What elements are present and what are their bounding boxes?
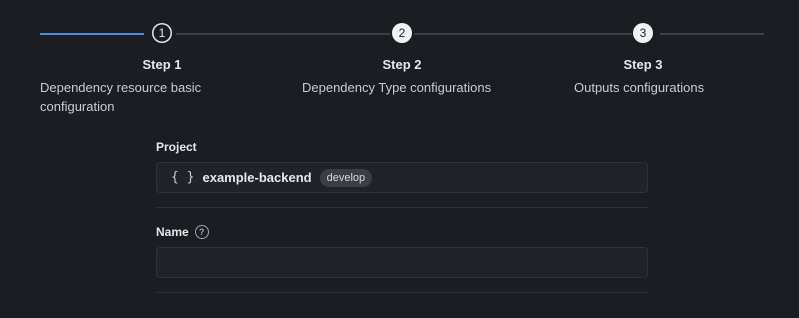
- dependency-form: Project { } example-backend develop Name…: [156, 140, 648, 293]
- project-field: Project { } example-backend develop: [156, 140, 648, 193]
- project-selector[interactable]: { } example-backend develop: [156, 162, 648, 193]
- name-field: Name ?: [156, 225, 648, 278]
- step-3-description: Outputs configurations: [574, 80, 705, 95]
- project-label-text: Project: [156, 140, 197, 154]
- environment-badge: develop: [319, 168, 373, 187]
- help-circle-icon[interactable]: ?: [194, 225, 209, 239]
- braces-icon: { }: [171, 170, 195, 185]
- step-3-title: Step 3: [623, 57, 663, 72]
- divider: [156, 292, 648, 293]
- step-2-title: Step 2: [382, 57, 422, 72]
- stepper: 1 Step 1 Dependency resource basic confi…: [0, 0, 799, 120]
- progress-track-completed: [40, 33, 144, 35]
- step-1-title: Step 1: [142, 57, 182, 72]
- project-label: Project: [156, 140, 648, 154]
- step-1-indicator[interactable]: 1: [152, 23, 172, 43]
- progress-track-segment: [176, 33, 390, 35]
- step-1-description: Dependency resource basic configuration: [40, 80, 202, 114]
- project-name: example-backend: [202, 170, 312, 185]
- step-2-description: Dependency Type configurations: [302, 80, 492, 95]
- name-label-text: Name: [156, 225, 189, 239]
- divider: [156, 207, 648, 208]
- step-3-indicator[interactable]: 3: [633, 23, 653, 43]
- progress-track-segment: [414, 33, 632, 35]
- progress-track-segment: [660, 33, 764, 35]
- name-label: Name ?: [156, 225, 648, 239]
- name-input[interactable]: [156, 247, 648, 278]
- step-2-indicator[interactable]: 2: [392, 23, 412, 43]
